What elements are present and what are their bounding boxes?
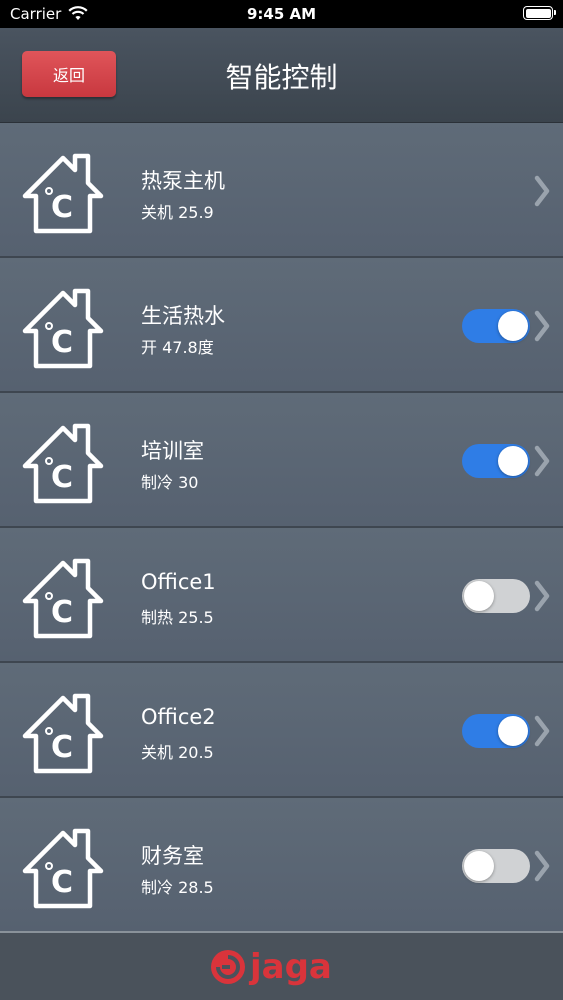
svg-text:C: C: [51, 460, 73, 495]
device-name: 生活热水: [141, 304, 225, 328]
list-item[interactable]: C Office1 制热 25.5: [0, 528, 563, 663]
status-time: 9:45 AM: [246, 5, 317, 23]
power-toggle[interactable]: [462, 309, 530, 343]
list-item[interactable]: C 培训室制冷 30: [0, 393, 563, 528]
svg-text:C: C: [51, 865, 73, 900]
brand-text: jaga: [248, 947, 332, 987]
nav-bar: 返回 智能控制: [0, 28, 563, 123]
list-item[interactable]: C 热泵主机关机 25.9: [0, 123, 563, 258]
house-celsius-icon: C: [22, 153, 104, 235]
toggle-knob: [498, 446, 528, 476]
chevron-right-icon[interactable]: [534, 175, 550, 207]
device-status: 开 47.8度: [141, 338, 214, 357]
svg-text:C: C: [51, 730, 73, 765]
toggle-knob: [498, 716, 528, 746]
svg-text:C: C: [51, 190, 73, 225]
device-status: 关机 20.5: [141, 743, 214, 762]
house-celsius-icon: C: [22, 558, 104, 640]
chevron-right-icon[interactable]: [534, 580, 550, 612]
toggle-knob: [498, 311, 528, 341]
svg-text:C: C: [51, 325, 73, 360]
page-title: 智能控制: [225, 61, 338, 94]
house-celsius-icon: C: [22, 828, 104, 910]
device-name: 热泵主机: [141, 169, 225, 193]
list-item[interactable]: C 财务室制冷 28.5: [0, 798, 563, 931]
power-toggle[interactable]: [462, 714, 530, 748]
house-celsius-icon: C: [22, 693, 104, 775]
power-toggle[interactable]: [462, 849, 530, 883]
device-status: 关机 25.9: [141, 203, 214, 222]
chevron-right-icon[interactable]: [534, 715, 550, 747]
jaga-logo: jaga: [211, 947, 332, 987]
power-toggle[interactable]: [462, 444, 530, 478]
device-name: 培训室: [141, 439, 204, 463]
toggle-knob: [464, 851, 494, 881]
house-celsius-icon: C: [22, 423, 104, 505]
power-toggle[interactable]: [462, 579, 530, 613]
device-status: 制冷 28.5: [141, 878, 214, 897]
status-bar: Carrier 9:45 AM: [0, 0, 563, 28]
chevron-right-icon[interactable]: [534, 310, 550, 342]
toggle-knob: [464, 581, 494, 611]
footer: jaga: [0, 931, 563, 1000]
chevron-right-icon[interactable]: [534, 850, 550, 882]
device-name: Office2: [141, 705, 216, 729]
battery-icon: [523, 6, 556, 20]
house-celsius-icon: C: [22, 288, 104, 370]
device-list: C 热泵主机关机 25.9 C 生活热水开 47.8度 C 培训室制冷 30 C Office…: [0, 123, 563, 931]
chevron-right-icon[interactable]: [534, 445, 550, 477]
device-name: Office1: [141, 570, 216, 594]
device-status: 制冷 30: [141, 473, 199, 492]
device-name: 财务室: [141, 844, 204, 868]
list-item[interactable]: C 生活热水开 47.8度: [0, 258, 563, 393]
device-status: 制热 25.5: [141, 608, 214, 627]
svg-text:C: C: [51, 595, 73, 630]
list-item[interactable]: C Office2 关机 20.5: [0, 663, 563, 798]
